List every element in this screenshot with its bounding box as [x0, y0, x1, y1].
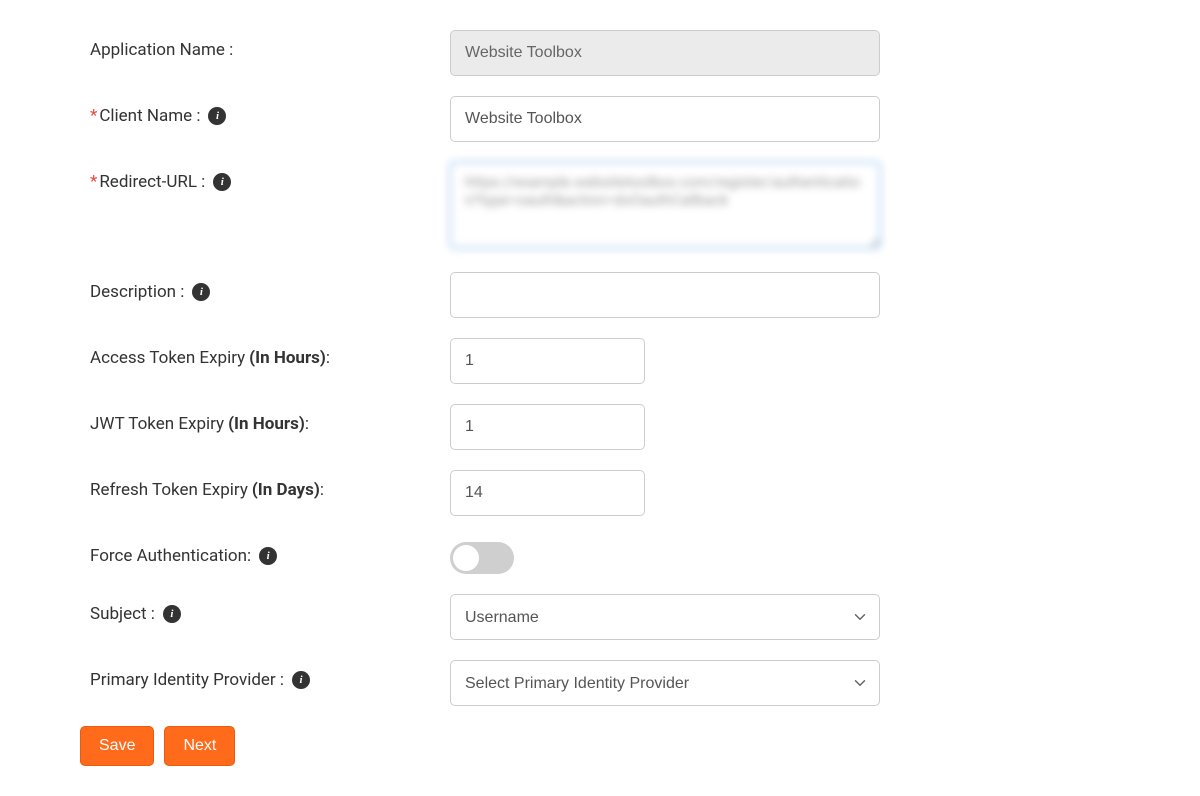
label-jwt-token-expiry: JWT Token Expiry (In Hours): [90, 404, 450, 434]
row-application-name: Application Name : [90, 30, 1110, 76]
info-icon[interactable]: i [213, 173, 231, 191]
jwt-token-expiry-input[interactable] [450, 404, 645, 450]
info-icon[interactable]: i [192, 283, 210, 301]
description-input[interactable] [450, 272, 880, 318]
label-client-name: * Client Name : i [90, 96, 450, 126]
info-icon[interactable]: i [208, 107, 226, 125]
application-name-input [450, 30, 880, 76]
toggle-knob [453, 545, 479, 571]
next-button[interactable]: Next [164, 726, 235, 766]
label-subject: Subject : i [90, 594, 450, 624]
label-description: Description : i [90, 272, 450, 302]
client-name-input[interactable] [450, 96, 880, 142]
row-access-token-expiry: Access Token Expiry (In Hours): [90, 338, 1110, 384]
force-authentication-toggle[interactable] [450, 542, 514, 574]
redirect-url-input[interactable]: https://example.websitetoolbox.com/regis… [450, 162, 880, 248]
label-force-authentication: Force Authentication: i [90, 536, 450, 566]
row-client-name: * Client Name : i [90, 96, 1110, 142]
label-redirect-url: * Redirect-URL : i [90, 162, 450, 192]
info-icon[interactable]: i [163, 605, 181, 623]
primary-idp-select[interactable]: Select Primary Identity Provider [450, 660, 880, 706]
row-subject: Subject : i Username [90, 594, 1110, 640]
subject-select[interactable]: Username [450, 594, 880, 640]
label-refresh-token-expiry: Refresh Token Expiry (In Days): [90, 470, 450, 500]
save-button[interactable]: Save [80, 726, 154, 766]
info-icon[interactable]: i [292, 671, 310, 689]
row-description: Description : i [90, 272, 1110, 318]
refresh-token-expiry-input[interactable] [450, 470, 645, 516]
info-icon[interactable]: i [259, 547, 277, 565]
button-row: Save Next [80, 726, 1110, 766]
row-force-authentication: Force Authentication: i [90, 536, 1110, 574]
label-access-token-expiry: Access Token Expiry (In Hours): [90, 338, 450, 368]
row-refresh-token-expiry: Refresh Token Expiry (In Days): [90, 470, 1110, 516]
label-primary-idp: Primary Identity Provider : i [90, 660, 450, 690]
label-application-name: Application Name : [90, 30, 450, 60]
row-redirect-url: * Redirect-URL : i https://example.websi… [90, 162, 1110, 252]
row-jwt-token-expiry: JWT Token Expiry (In Hours): [90, 404, 1110, 450]
row-primary-idp: Primary Identity Provider : i Select Pri… [90, 660, 1110, 706]
access-token-expiry-input[interactable] [450, 338, 645, 384]
